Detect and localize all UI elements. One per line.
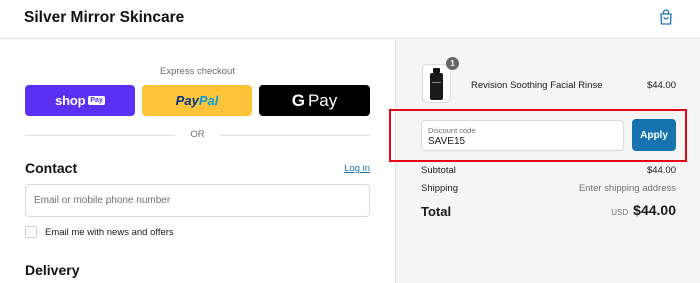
paypal-logo-part1: Pay <box>175 93 199 108</box>
google-pay-text: Pay <box>307 90 338 110</box>
log-in-link[interactable]: Log in <box>344 163 370 174</box>
shop-pay-logo-text: shop <box>55 93 86 108</box>
google-pay-logo: G Pay <box>292 91 338 111</box>
paypal-logo-part2: Pal <box>198 93 219 108</box>
news-offers-option[interactable]: Email me with news and offers <box>25 226 174 238</box>
product-bottle-image <box>430 67 443 100</box>
paypal-logo: PayPal <box>176 93 219 108</box>
shopping-bag-icon[interactable] <box>659 9 673 25</box>
product-name: Revision Soothing Facial Rinse <box>471 80 603 91</box>
product-price: $44.00 <box>646 80 676 91</box>
delivery-heading: Delivery <box>25 262 80 278</box>
subtotal-value: $44.00 <box>646 165 676 176</box>
header: Silver Mirror Skincare <box>0 0 700 39</box>
store-name[interactable]: Silver Mirror Skincare <box>24 9 184 27</box>
quantity-badge: 1 <box>446 57 459 70</box>
discount-code-input[interactable]: Discount code SAVE15 <box>421 120 624 151</box>
email-or-phone-input[interactable] <box>25 184 370 217</box>
checkout-form-panel: Express checkout shop Pay PayPal G Pay O… <box>0 40 395 283</box>
discount-code-label: Discount code <box>428 126 476 135</box>
shipping-value: Enter shipping address <box>578 183 676 194</box>
subtotal-row: Subtotal $44.00 <box>421 165 676 179</box>
apply-discount-button[interactable]: Apply <box>632 119 676 151</box>
subtotal-label: Subtotal <box>421 165 456 176</box>
news-offers-checkbox[interactable] <box>25 226 37 238</box>
product-thumbnail <box>422 64 451 103</box>
shop-pay-badge: Pay <box>88 96 105 105</box>
total-amount: USD $44.00 <box>611 202 676 218</box>
order-summary-panel: 1 Revision Soothing Facial Rinse $44.00 … <box>389 40 700 283</box>
news-offers-label: Email me with news and offers <box>45 226 174 238</box>
contact-heading: Contact <box>25 160 78 176</box>
total-value: $44.00 <box>633 202 676 218</box>
express-checkout-label: Express checkout <box>160 66 235 77</box>
shipping-row: Shipping Enter shipping address <box>421 183 676 197</box>
total-currency: USD <box>611 208 629 217</box>
paypal-button[interactable]: PayPal <box>142 85 252 116</box>
total-label: Total <box>421 204 452 219</box>
shop-pay-button[interactable]: shop Pay <box>25 85 135 116</box>
shipping-label: Shipping <box>421 183 458 194</box>
google-pay-button[interactable]: G Pay <box>259 85 370 116</box>
divider-line-right <box>220 135 370 136</box>
google-g-icon: G <box>291 90 305 110</box>
discount-code-value: SAVE15 <box>428 136 466 147</box>
or-divider: OR <box>25 129 370 141</box>
